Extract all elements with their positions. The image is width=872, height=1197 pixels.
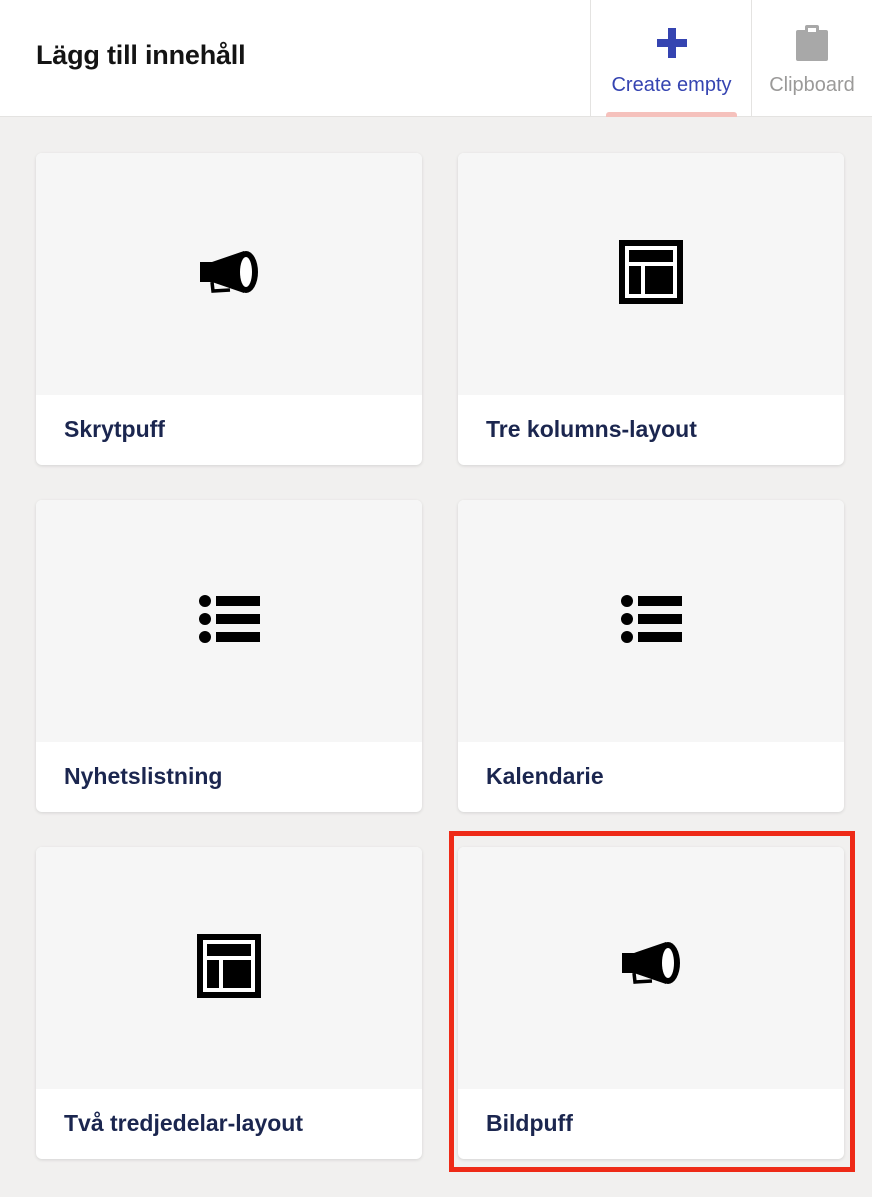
- block-card-tva-tredjedelar-layout[interactable]: Två tredjedelar-layout: [36, 847, 422, 1159]
- megaphone-icon: [198, 248, 260, 301]
- card-preview: [36, 500, 422, 742]
- card-preview: [36, 153, 422, 395]
- card-preview: [458, 153, 844, 395]
- card-preview: [458, 847, 844, 1089]
- list-icon: [198, 594, 260, 649]
- block-card-nyhetslistning[interactable]: Nyhetslistning: [36, 500, 422, 812]
- dialog-header: Lägg till innehåll Create empty Clipboar…: [0, 0, 872, 117]
- clipboard-icon: [796, 25, 828, 61]
- block-card-skrytpuff[interactable]: Skrytpuff: [36, 153, 422, 465]
- layout-icon: [197, 933, 261, 1003]
- tab-create-empty-label: Create empty: [611, 74, 732, 96]
- active-tab-indicator: [606, 112, 737, 117]
- card-preview: [36, 847, 422, 1089]
- card-title: Två tredjedelar-layout: [64, 1110, 304, 1136]
- tab-clipboard-label: Clipboard: [769, 74, 855, 96]
- megaphone-icon: [620, 939, 682, 992]
- list-icon: [620, 594, 682, 649]
- card-preview: [458, 500, 844, 742]
- tab-create-empty[interactable]: Create empty: [590, 0, 752, 117]
- card-title: Skrytpuff: [64, 416, 165, 442]
- card-title: Kalendarie: [486, 763, 604, 789]
- block-card-tre-kolumns-layout[interactable]: Tre kolumns-layout: [458, 153, 844, 465]
- page-title: Lägg till innehåll: [36, 40, 246, 70]
- block-card-kalendarie[interactable]: Kalendarie: [458, 500, 844, 812]
- tab-clipboard[interactable]: Clipboard: [751, 0, 872, 117]
- card-title: Nyhetslistning: [64, 763, 223, 789]
- block-card-bildpuff[interactable]: Bildpuff: [458, 847, 844, 1159]
- card-title: Tre kolumns-layout: [486, 416, 697, 442]
- plus-icon: [656, 26, 687, 60]
- layout-icon: [619, 239, 683, 309]
- card-title: Bildpuff: [486, 1110, 573, 1136]
